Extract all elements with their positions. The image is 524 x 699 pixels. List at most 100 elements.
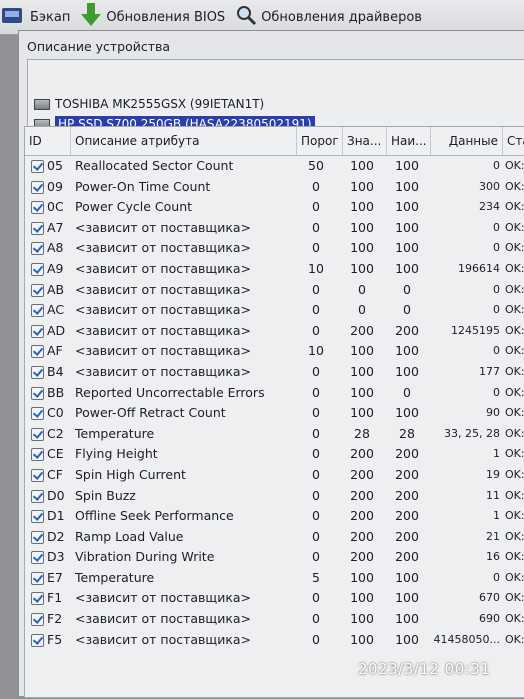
table-row[interactable]: AB <зависит от поставщика> 0 0 0 0 OK: <box>25 280 524 301</box>
cell-description: Flying Height <box>75 446 158 462</box>
row-checkbox[interactable] <box>31 571 44 585</box>
table-row[interactable]: BB Reported Uncorrectable Errors 0 100 0 0 OK: <box>25 383 524 404</box>
cell-value: 28 <box>354 425 370 441</box>
table-row[interactable]: A7 <зависит от поставщика> 0 100 100 0 OK: <box>25 218 524 239</box>
row-checkbox[interactable] <box>31 221 44 235</box>
driver-updates-button[interactable]: Обновления драйверов <box>235 4 422 30</box>
table-row[interactable]: AF <зависит от поставщика> 10 100 100 0 OK: <box>25 341 524 362</box>
cell-status: OK: <box>505 261 524 275</box>
cell-description: Offline Seek Performance <box>75 508 234 524</box>
row-checkbox[interactable] <box>31 345 44 359</box>
cell-id: 05 <box>47 158 63 173</box>
cell-worst: 100 <box>395 178 419 194</box>
row-checkbox[interactable] <box>31 160 44 173</box>
table-row[interactable]: CF Spin High Current 0 200 200 19 OK: <box>25 465 524 486</box>
table-row[interactable]: D1 Offline Seek Performance 0 200 200 1 OK: <box>25 506 524 527</box>
table-row[interactable]: F1 <зависит от поставщика> 0 100 100 670 OK: <box>25 588 524 609</box>
backup-button[interactable]: Бэкап <box>0 4 70 30</box>
table-row[interactable]: AD <зависит от поставщика> 0 200 200 1245195 O… <box>25 321 524 342</box>
row-checkbox[interactable] <box>31 633 44 647</box>
row-checkbox[interactable] <box>31 324 44 338</box>
cell-raw-data: 0 <box>493 344 500 358</box>
cell-status: OK: <box>505 385 524 399</box>
row-checkbox[interactable] <box>31 242 44 256</box>
cell-id: A7 <box>47 219 64 235</box>
table-row[interactable]: C2 Temperature 0 28 28 33, 25, 28 OK: <box>25 424 524 445</box>
table-row[interactable]: F5 <зависит от поставщика> 0 100 100 41458050… <box>25 630 524 651</box>
row-checkbox[interactable] <box>31 180 44 194</box>
table-row[interactable]: 09 Power-On Time Count 0 100 100 300 OK: <box>25 177 524 198</box>
cell-description: Power-Off Retract Count <box>75 405 226 421</box>
cell-value: 100 <box>350 219 374 235</box>
table-row[interactable]: E7 Temperature 5 100 100 0 OK: <box>25 568 524 589</box>
row-checkbox[interactable] <box>31 427 44 441</box>
cell-value: 100 <box>350 569 374 585</box>
cell-value: 100 <box>350 405 374 421</box>
cell-worst: 200 <box>395 508 419 524</box>
row-checkbox[interactable] <box>31 592 44 606</box>
cell-raw-data: 0 <box>493 159 500 172</box>
cell-description: Power Cycle Count <box>75 199 193 215</box>
devices-label: Описание устройства <box>27 39 171 54</box>
cell-worst: 100 <box>395 590 419 606</box>
cell-threshold: 50 <box>308 158 324 173</box>
table-row[interactable]: A9 <зависит от поставщика> 10 100 100 196614 O… <box>25 259 524 280</box>
row-checkbox[interactable] <box>31 283 44 297</box>
row-checkbox[interactable] <box>31 468 44 482</box>
cell-status: OK: <box>505 447 524 461</box>
column-header-status[interactable]: Ста <box>503 127 524 155</box>
row-checkbox[interactable] <box>31 613 44 627</box>
cell-threshold: 0 <box>312 302 320 318</box>
cell-id: D1 <box>47 508 65 524</box>
device-item-toshiba[interactable]: TOSHIBA MK2555GSX (99IETAN1T) <box>34 94 264 114</box>
cell-raw-data: 196614 <box>458 261 500 275</box>
table-row[interactable]: F2 <зависит от поставщика> 0 100 100 690 OK: <box>25 609 524 630</box>
table-row[interactable]: CE Flying Height 0 200 200 1 OK: <box>25 444 524 465</box>
row-checkbox[interactable] <box>31 448 44 462</box>
table-row[interactable]: C0 Power-Off Retract Count 0 100 100 90 OK: <box>25 403 524 424</box>
table-row[interactable]: A8 <зависит от поставщика> 0 100 100 0 OK: <box>25 238 524 259</box>
column-header-value[interactable]: Зна... <box>343 127 387 155</box>
cell-threshold: 0 <box>312 487 320 503</box>
cell-value: 100 <box>350 260 374 276</box>
table-row[interactable]: 0C Power Cycle Count 0 100 100 234 OK: <box>25 197 524 218</box>
row-checkbox[interactable] <box>31 201 44 215</box>
column-header-id[interactable]: ID <box>25 127 71 155</box>
table-row[interactable]: 05 Reallocated Sector Count 50 100 100 0 OK: <box>25 156 524 177</box>
cell-threshold: 0 <box>312 508 320 524</box>
column-header-threshold[interactable]: Порог <box>297 127 343 155</box>
cell-description: <зависит от поставщика> <box>75 219 252 235</box>
row-checkbox[interactable] <box>31 489 44 503</box>
cell-status: OK: <box>505 364 524 378</box>
cell-worst: 100 <box>395 631 419 647</box>
row-checkbox[interactable] <box>31 386 44 400</box>
cell-id: D2 <box>47 528 65 544</box>
table-header: ID Описание атрибута Порог Зна... Наи...… <box>25 127 524 156</box>
column-header-description[interactable]: Описание атрибута <box>71 127 297 155</box>
column-header-worst[interactable]: Наи... <box>387 127 431 155</box>
cell-raw-data: 690 <box>479 612 500 626</box>
cell-status: OK: <box>505 406 524 420</box>
table-row[interactable]: AC <зависит от поставщика> 0 0 0 0 OK: <box>25 300 524 321</box>
row-checkbox[interactable] <box>31 407 44 421</box>
column-header-raw-data[interactable]: Данные <box>431 127 503 155</box>
row-checkbox[interactable] <box>31 530 44 544</box>
table-row[interactable]: B4 <зависит от поставщика> 0 100 100 177 OK: <box>25 362 524 383</box>
cell-id: E7 <box>47 569 63 585</box>
cell-status: OK: <box>505 529 524 543</box>
cell-threshold: 0 <box>312 199 320 215</box>
cell-threshold: 0 <box>312 631 320 647</box>
row-checkbox[interactable] <box>31 510 44 524</box>
backup-icon <box>0 4 26 30</box>
row-checkbox[interactable] <box>31 551 44 565</box>
table-row[interactable]: D2 Ramp Load Value 0 200 200 21 OK: <box>25 527 524 548</box>
row-checkbox[interactable] <box>31 262 44 276</box>
table-row[interactable]: D3 Vibration During Write 0 200 200 16 OK: <box>25 547 524 568</box>
cell-threshold: 0 <box>312 446 320 462</box>
row-checkbox[interactable] <box>31 365 44 379</box>
bios-updates-button[interactable]: Обновления BIOS <box>80 3 225 31</box>
cell-raw-data: 0 <box>493 303 500 317</box>
table-row[interactable]: D0 Spin Buzz 0 200 200 11 OK: <box>25 486 524 507</box>
row-checkbox[interactable] <box>31 304 44 318</box>
cell-id: F2 <box>47 611 63 627</box>
